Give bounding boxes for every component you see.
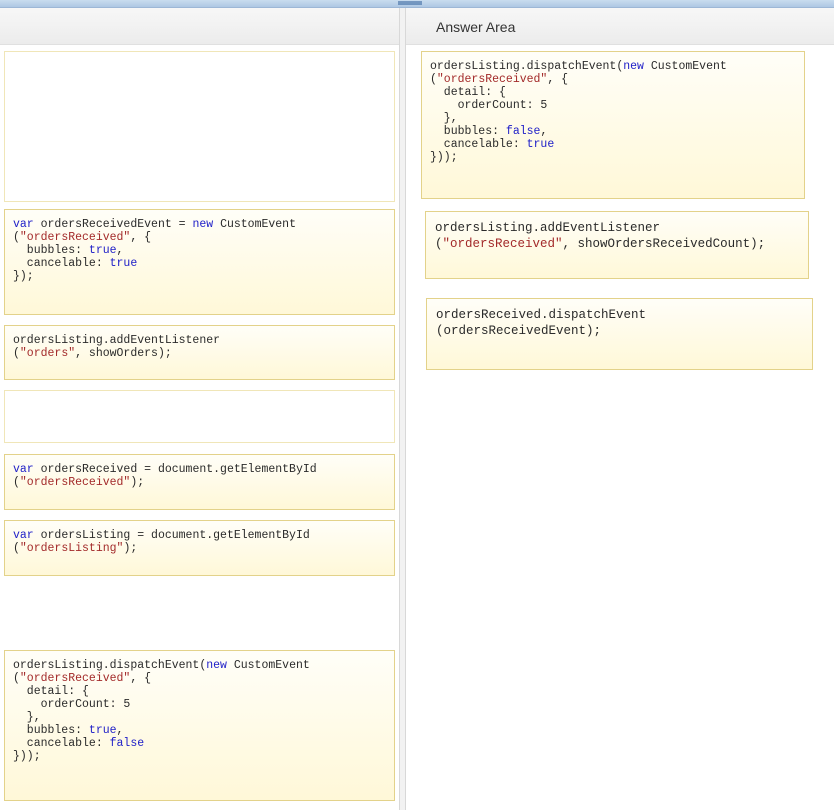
code-text: ( [13,231,20,244]
code-text: ( [13,476,20,489]
code-string: "ordersReceived" [19,672,131,685]
source-item-dispatch-bubbles-true[interactable]: ordersListing.dispatchEvent(new CustomEv… [4,650,395,801]
code-text: ordersListing = document.getElementById [33,529,310,542]
code-keyword: false [505,125,541,138]
code-text: CustomEvent [643,60,727,73]
code-text: ); [130,476,145,489]
code-text: , [116,244,124,257]
answer-area-header: Answer Area [404,8,834,45]
code-text: ( [13,542,20,555]
code-text: bubbles: [13,244,89,257]
code-text: , showOrders); [75,347,172,360]
code-snippet: var ordersReceivedEvent = new CustomEven… [5,210,394,283]
answer-item-add-listener-received[interactable]: ordersListing.addEventListener ("ordersR… [425,211,809,279]
code-text: detail: { [430,86,506,99]
source-item-get-orders-listing[interactable]: var ordersListing = document.getElementB… [4,520,395,576]
code-snippet: ordersListing.dispatchEvent(new CustomEv… [422,52,804,164]
window-title-bar [0,0,834,8]
code-keyword: new [192,218,214,231]
code-text: ( [435,237,443,251]
code-text: ordersListing.addEventListener [13,334,221,347]
source-slot-empty[interactable] [4,586,395,644]
code-text: ordersListing.dispatchEvent( [430,60,624,73]
code-text: CustomEvent [226,659,310,672]
source-item-create-event[interactable]: var ordersReceivedEvent = new CustomEven… [4,209,395,315]
code-text: , { [130,231,152,244]
code-string: "ordersReceived" [442,237,563,251]
code-text: ( [430,73,437,86]
code-text: cancelable: [13,737,110,750]
code-keyword: var [13,463,34,476]
code-text: orderCount: 5 [13,698,131,711]
code-keyword: true [88,724,117,737]
code-text: , [116,724,124,737]
code-text: })); [13,750,41,763]
code-keyword: true [88,244,117,257]
code-keyword: false [109,737,145,750]
code-text: , { [130,672,152,685]
code-snippet: ordersListing.addEventListener ("orders"… [5,326,394,360]
code-text: bubbles: [13,724,89,737]
code-text: , { [547,73,569,86]
code-text: }); [13,270,34,283]
code-text: cancelable: [430,138,527,151]
source-slot-empty[interactable] [4,51,395,202]
code-snippet: var ordersReceived = document.getElement… [5,455,394,489]
code-text: }, [13,711,41,724]
code-string: "ordersReceived" [19,231,131,244]
code-keyword: var [13,218,34,231]
source-item-get-orders-received[interactable]: var ordersReceived = document.getElement… [4,454,395,510]
code-text: (ordersReceivedEvent); [436,324,602,338]
code-text: ( [13,347,20,360]
code-text: }, [430,112,458,125]
code-text: ( [13,672,20,685]
code-string: "orders" [19,347,76,360]
code-string: "ordersReceived" [19,476,131,489]
code-text: ordersListing.dispatchEvent( [13,659,207,672]
code-text: ordersReceivedEvent = [33,218,193,231]
source-area-header [0,8,399,45]
splitter-grip-icon[interactable] [398,1,422,5]
code-snippet: ordersListing.dispatchEvent(new CustomEv… [5,651,394,763]
code-text: cancelable: [13,257,110,270]
code-snippet: ordersReceived.dispatchEvent (ordersRece… [427,299,812,339]
pane-splitter[interactable] [399,8,406,810]
code-text: , showOrdersReceivedCount); [562,237,766,251]
code-text: ordersListing.addEventListener [435,221,661,235]
answer-area-title: Answer Area [436,19,516,35]
code-string: "ordersListing" [19,542,124,555]
code-text: , [540,125,548,138]
code-string: "ordersReceived" [436,73,548,86]
code-snippet: var ordersListing = document.getElementB… [5,521,394,555]
code-text: })); [430,151,458,164]
source-item-add-listener-orders[interactable]: ordersListing.addEventListener ("orders"… [4,325,395,380]
code-keyword: var [13,529,34,542]
code-keyword: new [623,60,644,73]
source-slot-empty[interactable] [4,390,395,443]
code-snippet: ordersListing.addEventListener ("ordersR… [426,212,808,252]
code-text: detail: { [13,685,89,698]
answer-item-dispatch-received-event[interactable]: ordersReceived.dispatchEvent (ordersRece… [426,298,813,370]
answer-item-dispatch-bubbles-false[interactable]: ordersListing.dispatchEvent(new CustomEv… [421,51,805,199]
code-text: orderCount: 5 [430,99,548,112]
code-keyword: true [526,138,555,151]
code-keyword: true [109,257,138,270]
code-text: bubbles: [430,125,506,138]
code-keyword: new [206,659,227,672]
code-text: CustomEvent [213,218,296,231]
code-text: ordersReceived.dispatchEvent [436,308,647,322]
code-text: ordersReceived = document.getElementById [33,463,317,476]
code-text: ); [123,542,138,555]
